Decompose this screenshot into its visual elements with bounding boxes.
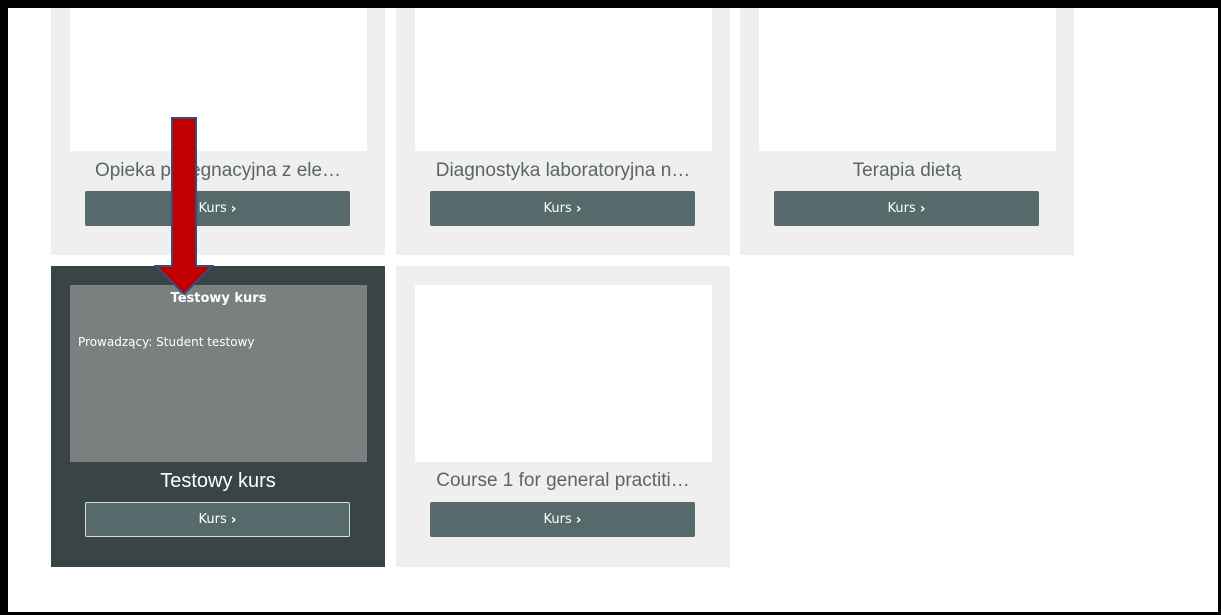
kurs-button[interactable]: Kurs ›: [430, 502, 695, 537]
course-thumbnail[interactable]: Testowy kurs Prowadzący: Student testowy: [70, 285, 367, 462]
course-title[interactable]: Opieka pielęgnacyjna z ele…: [51, 160, 385, 182]
chevron-right-icon: ›: [575, 200, 582, 217]
chevron-right-icon: ›: [575, 511, 582, 528]
course-card[interactable]: Opieka pielęgnacyjna z ele… Kurs ›: [51, 8, 385, 255]
course-thumbnail[interactable]: [415, 285, 712, 462]
course-card[interactable]: Terapia dietą Kurs ›: [740, 8, 1074, 255]
course-card[interactable]: Course 1 for general practiti… Kurs ›: [396, 266, 730, 567]
chevron-right-icon: ›: [919, 200, 926, 217]
kurs-button[interactable]: Kurs ›: [85, 502, 350, 537]
course-title[interactable]: Terapia dietą: [740, 160, 1074, 182]
course-card-active[interactable]: Testowy kurs Prowadzący: Student testowy…: [51, 266, 385, 567]
course-thumbnail[interactable]: [415, 8, 712, 151]
kurs-button-label: Kurs: [543, 201, 572, 216]
kurs-button[interactable]: Kurs ›: [774, 191, 1039, 226]
kurs-button-label: Kurs: [198, 512, 227, 527]
annotation-arrow-icon: [154, 117, 214, 296]
course-title[interactable]: Testowy kurs: [51, 470, 385, 493]
course-title[interactable]: Course 1 for general practiti…: [396, 470, 730, 492]
chevron-right-icon: ›: [230, 200, 237, 217]
course-thumbnail[interactable]: [70, 8, 367, 151]
kurs-button[interactable]: Kurs ›: [430, 191, 695, 226]
kurs-button-label: Kurs: [543, 512, 572, 527]
thumbnail-teacher: Prowadzący: Student testowy: [78, 335, 255, 349]
kurs-button[interactable]: Kurs ›: [85, 191, 350, 226]
thumbnail-course-title: Testowy kurs: [170, 291, 267, 306]
course-card[interactable]: Diagnostyka laboratoryjna n… Kurs ›: [396, 8, 730, 255]
course-title[interactable]: Diagnostyka laboratoryjna n…: [396, 160, 730, 182]
kurs-button-label: Kurs: [887, 201, 916, 216]
chevron-right-icon: ›: [230, 511, 237, 528]
course-thumbnail[interactable]: [759, 8, 1056, 151]
